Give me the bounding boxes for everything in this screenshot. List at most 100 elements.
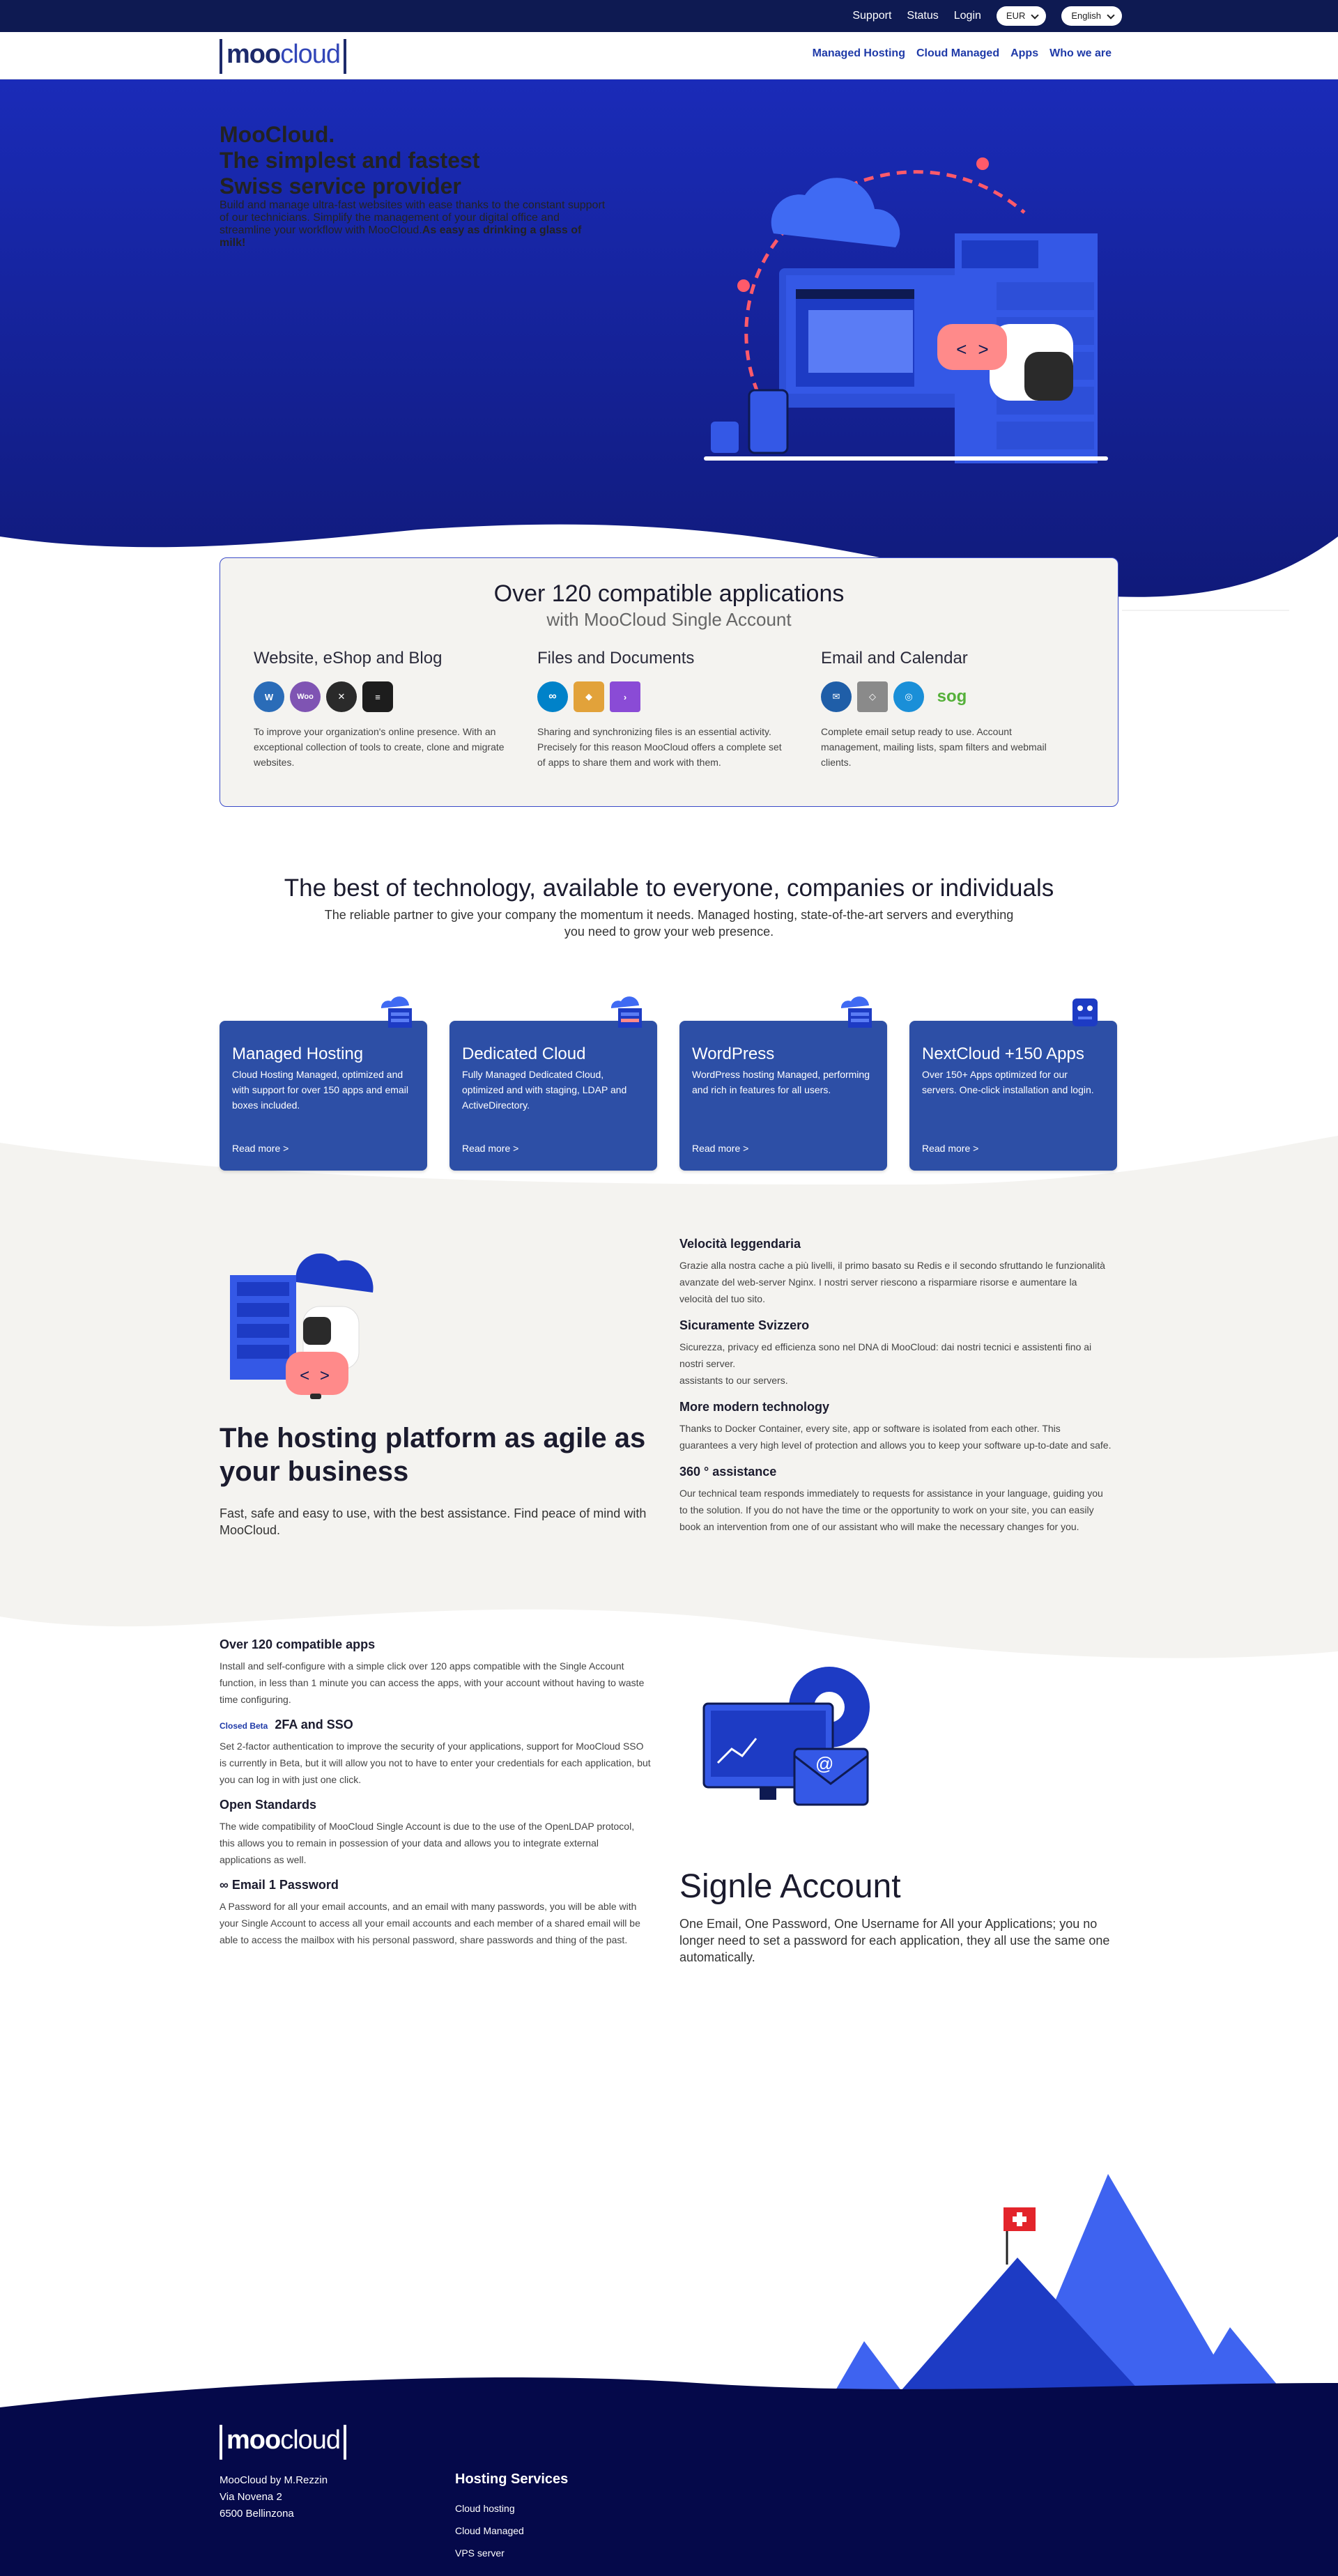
- footer-link-vps-server[interactable]: VPS server: [455, 2542, 568, 2564]
- apps-col-text: Complete email setup ready to use. Accou…: [821, 726, 1047, 768]
- hero-title-line-2: The simplest and fastest: [220, 148, 480, 173]
- cloud-icon: [771, 178, 900, 247]
- sogo-icon[interactable]: sog: [930, 681, 974, 712]
- card-managed-hosting[interactable]: Managed Hosting Cloud Hosting Managed, o…: [220, 996, 427, 1171]
- service-cards: Managed Hosting Cloud Hosting Managed, o…: [220, 996, 1117, 1171]
- mug: [711, 422, 739, 453]
- rack-slot: [237, 1345, 289, 1359]
- read-more-link[interactable]: Read more >: [462, 1143, 518, 1154]
- company-name: MooCloud by M.Rezzin: [220, 2474, 328, 2486]
- card-text: WordPress hosting Managed, performing an…: [692, 1069, 870, 1095]
- feature-email-password: ∞ Email 1 Password A Password for all yo…: [220, 1878, 652, 1948]
- apps-col-files: Files and Documents ∞ ◆ › Sharing and sy…: [537, 649, 788, 770]
- apps-subtitle: with MooCloud Single Account: [546, 609, 792, 630]
- feature-title: Velocità leggendaria: [679, 1237, 801, 1251]
- feature-text: A Password for all your email accounts, …: [220, 1901, 640, 1945]
- single-account-title: Signle Account: [679, 1868, 901, 1905]
- window-bar: [796, 289, 914, 299]
- feature-text: Our technical team responds immediately …: [679, 1488, 1103, 1532]
- swiss-cross-h: [1013, 2216, 1026, 2222]
- hero-description: Build and manage ultra-fast websites wit…: [220, 199, 610, 249]
- page-background: [0, 79, 1338, 2576]
- read-more-link[interactable]: Read more >: [232, 1143, 289, 1154]
- feature-text-line-1: Sicurezza, privacy ed efficienza sono ne…: [679, 1341, 1092, 1369]
- feature-title: 360 ° assistance: [679, 1465, 777, 1479]
- hero-text: MooCloud. The simplest and fastest Swiss…: [220, 122, 610, 249]
- apps-box: Over 120 compatible applications with Mo…: [220, 557, 1118, 807]
- features-list: Velocità leggendaria Grazie alla nostra …: [679, 1237, 1112, 1546]
- card-title: Managed Hosting: [232, 1044, 364, 1063]
- grav-icon[interactable]: ≡: [362, 681, 393, 712]
- apps-col-website: Website, eShop and Blog W Woo ✕ ≡ To imp…: [254, 649, 505, 770]
- nextcloud-icon[interactable]: ∞: [537, 681, 568, 712]
- apps-col-title: Files and Documents: [537, 649, 695, 668]
- footer-link-cloud-hosting[interactable]: Cloud hosting: [455, 2497, 568, 2520]
- rack-slot-2: [997, 282, 1094, 310]
- joomla-icon[interactable]: ✕: [326, 681, 357, 712]
- card-title: Dedicated Cloud: [462, 1044, 586, 1063]
- cream-band: [0, 1136, 1338, 1658]
- rack-slot: [237, 1282, 289, 1296]
- apps-title: Over 120 compatible applications: [493, 580, 845, 607]
- orbit-dot-2: [737, 279, 750, 292]
- card-nextcloud[interactable]: NextCloud +150 Apps Over 150+ Apps optim…: [909, 998, 1117, 1171]
- single-account-text: One Email, One Password, One Username fo…: [679, 1917, 1110, 1964]
- footer-company: moocloud MooCloud by M.Rezzin Via Novena…: [220, 2425, 346, 2522]
- wordpress-icon[interactable]: W: [254, 681, 284, 712]
- company-city: 6500 Bellinzona: [220, 2508, 294, 2520]
- apps-col-title: Website, eShop and Blog: [254, 649, 443, 668]
- logo-text-moo: moo: [226, 2425, 281, 2455]
- card-title: WordPress: [692, 1044, 775, 1063]
- feature-swiss: Sicuramente Svizzero Sicurezza, privacy …: [679, 1318, 1112, 1389]
- footer-background: [0, 2377, 1338, 2576]
- card-wordpress[interactable]: WordPress WordPress hosting Managed, per…: [679, 996, 887, 1171]
- read-more-link[interactable]: Read more >: [922, 1143, 978, 1154]
- feature-text: Grazie alla nostra cache a più livelli, …: [679, 1260, 1105, 1304]
- feature-title: Sicuramente Svizzero: [679, 1318, 810, 1332]
- company-street: Via Novena 2: [220, 2491, 282, 2503]
- feature-2fa-sso: Closed Beta 2FA and SSO Set 2-factor auth…: [220, 1718, 652, 1788]
- feature-text: Set 2-factor authentication to improve t…: [220, 1741, 651, 1785]
- company-address: MooCloud by M.Rezzin Via Novena 2 6500 B…: [220, 2472, 346, 2522]
- hero-title: MooCloud. The simplest and fastest Swiss…: [220, 122, 610, 199]
- layers-icon[interactable]: ◆: [574, 681, 604, 712]
- logo-text-cloud: cloud: [280, 2425, 341, 2455]
- card-dedicated-cloud[interactable]: Dedicated Cloud Fully Managed Dedicated …: [449, 996, 657, 1171]
- feature-title: Open Standards: [220, 1798, 317, 1812]
- single-account-illustration: @: [702, 1667, 870, 1806]
- cow-spot: [1024, 352, 1073, 401]
- app-icons-website: W Woo ✕ ≡: [254, 681, 505, 713]
- card-text: Over 150+ Apps optimized for our servers…: [922, 1069, 1094, 1095]
- cow-spot: [303, 1317, 331, 1345]
- card-title: NextCloud +150 Apps: [922, 1044, 1084, 1063]
- rack-slot-1: [962, 240, 1038, 268]
- app-icons-files: ∞ ◆ ›: [537, 681, 788, 713]
- collabora-icon[interactable]: ›: [610, 681, 640, 712]
- hero-title-line-1: MooCloud.: [220, 122, 335, 147]
- thunderbird-icon[interactable]: ✉: [821, 681, 852, 712]
- onlyoffice-icon[interactable]: ◎: [893, 681, 924, 712]
- roundcube-icon[interactable]: ◇: [857, 681, 888, 712]
- read-more-link[interactable]: Read more >: [692, 1143, 748, 1154]
- feature-open-standards: Open Standards The wide compatibility of…: [220, 1798, 652, 1868]
- server-cloud-icon: [840, 996, 872, 1028]
- orbit-dot: [976, 157, 989, 170]
- footer-link-cloud-managed[interactable]: Cloud Managed: [455, 2520, 568, 2542]
- feature-title: ∞ Email 1 Password: [220, 1878, 339, 1892]
- rack-slot-6: [997, 422, 1094, 449]
- hero-title-line-3: Swiss service provider: [220, 173, 461, 199]
- window-content: [808, 310, 913, 373]
- agile-title: The hosting platform as agile as your bu…: [220, 1423, 646, 1487]
- monitor-stand: [760, 1787, 776, 1800]
- woocommerce-icon[interactable]: Woo: [290, 681, 321, 712]
- apps-col-text: To improve your organization's online pr…: [254, 726, 505, 768]
- rack-slot: [237, 1324, 289, 1338]
- apps-col-email: Email and Calendar ✉ ◇ ◎ sog Complete em…: [821, 649, 1072, 770]
- technology-section: The best of technology, available to eve…: [0, 874, 1338, 940]
- feature-speed: Velocità leggendaria Grazie alla nostra …: [679, 1237, 1112, 1307]
- feature-text: Thanks to Docker Container, every site, …: [679, 1423, 1112, 1451]
- single-account-section: Signle Account One Email, One Password, …: [679, 1867, 1125, 1966]
- footer-logo[interactable]: moocloud: [220, 2425, 346, 2460]
- support-cow-illustration: < >: [230, 1253, 374, 1399]
- apps-col-title: Email and Calendar: [821, 649, 968, 668]
